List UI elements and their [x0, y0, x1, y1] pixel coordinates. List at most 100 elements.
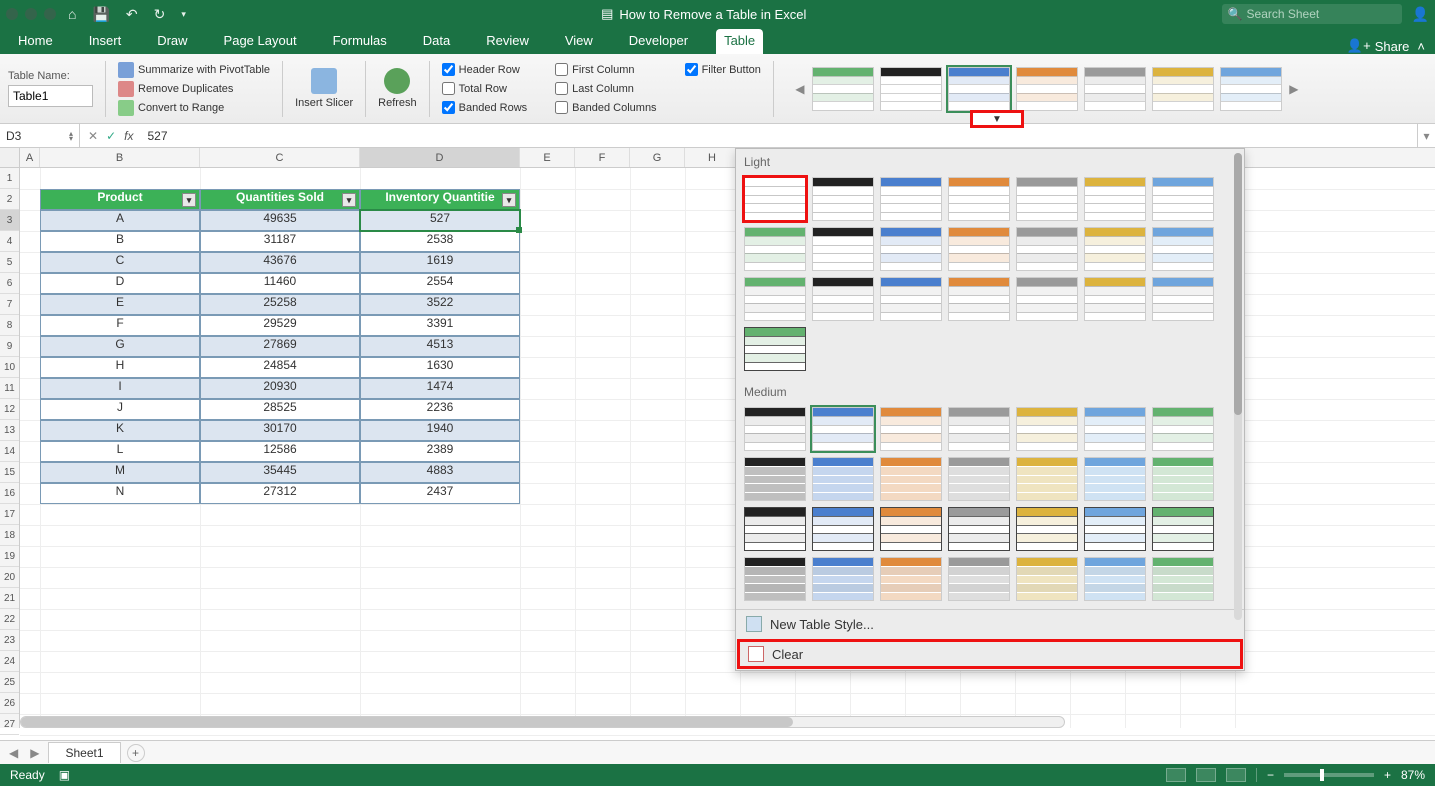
table-style-option[interactable] — [1084, 177, 1146, 221]
table-style-option[interactable] — [812, 407, 874, 451]
quick-style-lblue[interactable] — [1220, 67, 1282, 111]
refresh-button[interactable]: Refresh — [378, 68, 417, 109]
first-column-checkbox[interactable]: First Column — [555, 63, 656, 76]
redo-icon[interactable]: ↻ — [154, 6, 166, 23]
table-cell[interactable]: K — [40, 420, 200, 441]
table-cell[interactable]: F — [40, 315, 200, 336]
row-header-19[interactable]: 19 — [0, 546, 19, 567]
table-style-option[interactable] — [812, 557, 874, 601]
zoom-out-button[interactable]: − — [1267, 768, 1274, 782]
row-header-17[interactable]: 17 — [0, 504, 19, 525]
filter-dropdown-icon[interactable]: ▾ — [182, 193, 196, 207]
row-header-28[interactable]: 28 — [0, 735, 19, 740]
last-column-checkbox[interactable]: Last Column — [555, 82, 656, 95]
table-style-option[interactable] — [1016, 177, 1078, 221]
tab-review[interactable]: Review — [478, 29, 537, 54]
table-style-option[interactable] — [1152, 557, 1214, 601]
table-style-option[interactable] — [880, 557, 942, 601]
table-cell[interactable]: I — [40, 378, 200, 399]
row-header-6[interactable]: 6 — [0, 273, 19, 294]
zoom-in-button[interactable]: + — [1384, 768, 1391, 782]
filter-button-checkbox[interactable]: Filter Button — [685, 63, 761, 76]
table-style-option[interactable] — [1152, 407, 1214, 451]
table-cell[interactable]: 3391 — [360, 315, 520, 336]
summarize-pivot-button[interactable]: Summarize with PivotTable — [118, 62, 270, 78]
table-style-option[interactable] — [1084, 277, 1146, 321]
table-style-option[interactable] — [948, 227, 1010, 271]
table-cell[interactable]: G — [40, 336, 200, 357]
table-cell[interactable]: 24854 — [200, 357, 360, 378]
table-cell[interactable]: 29529 — [200, 315, 360, 336]
table-style-option[interactable] — [1016, 277, 1078, 321]
tab-insert[interactable]: Insert — [81, 29, 130, 54]
zoom-slider[interactable] — [1284, 773, 1374, 777]
table-cell[interactable]: 27312 — [200, 483, 360, 504]
quick-style-gold[interactable] — [1152, 67, 1214, 111]
row-header-15[interactable]: 15 — [0, 462, 19, 483]
table-style-option[interactable] — [812, 507, 874, 551]
row-header-26[interactable]: 26 — [0, 693, 19, 714]
styles-scrollbar[interactable] — [1234, 153, 1242, 620]
tab-table[interactable]: Table — [716, 29, 763, 54]
quick-style-green[interactable] — [812, 67, 874, 111]
col-header-F[interactable]: F — [575, 148, 630, 167]
row-header-25[interactable]: 25 — [0, 672, 19, 693]
zoom-level[interactable]: 87% — [1401, 768, 1425, 782]
remove-duplicates-button[interactable]: Remove Duplicates — [118, 81, 270, 97]
table-style-option[interactable] — [812, 457, 874, 501]
table-cell[interactable]: 2236 — [360, 399, 520, 420]
gallery-prev-icon[interactable]: ◀ — [794, 82, 806, 96]
sheet-tab-sheet1[interactable]: Sheet1 — [48, 742, 120, 763]
table-cell[interactable]: B — [40, 231, 200, 252]
table-style-option[interactable] — [1016, 557, 1078, 601]
table-cell[interactable]: 4513 — [360, 336, 520, 357]
save-icon[interactable]: 💾 — [92, 6, 109, 23]
table-style-option[interactable] — [948, 457, 1010, 501]
filter-dropdown-icon[interactable]: ▾ — [342, 193, 356, 207]
table-style-option[interactable] — [880, 407, 942, 451]
table-cell[interactable]: 527 — [360, 210, 520, 231]
table-style-option[interactable] — [1016, 507, 1078, 551]
col-header-A[interactable]: A — [20, 148, 40, 167]
row-header-22[interactable]: 22 — [0, 609, 19, 630]
table-cell[interactable]: 31187 — [200, 231, 360, 252]
tab-page-layout[interactable]: Page Layout — [216, 29, 305, 54]
table-style-option[interactable] — [1084, 407, 1146, 451]
sheet-nav-next-icon[interactable]: ▶ — [27, 746, 42, 760]
quick-style-blue[interactable] — [948, 67, 1010, 111]
table-style-option[interactable] — [1152, 227, 1214, 271]
sheet-nav-prev-icon[interactable]: ◀ — [6, 746, 21, 760]
clear-table-style-button[interactable]: Clear — [738, 640, 1242, 668]
table-style-option[interactable] — [880, 457, 942, 501]
cancel-formula-icon[interactable]: ✕ — [88, 129, 98, 143]
row-header-8[interactable]: 8 — [0, 315, 19, 336]
table-style-option[interactable] — [948, 277, 1010, 321]
tab-draw[interactable]: Draw — [149, 29, 195, 54]
table-style-option[interactable] — [1084, 557, 1146, 601]
table-cell[interactable]: L — [40, 441, 200, 462]
table-style-option[interactable] — [812, 177, 874, 221]
share-button[interactable]: 👤+Share — [1347, 38, 1409, 54]
table-style-option[interactable] — [1016, 457, 1078, 501]
row-header-1[interactable]: 1 — [0, 168, 19, 189]
col-header-B[interactable]: B — [40, 148, 200, 167]
quick-style-gray[interactable] — [1084, 67, 1146, 111]
tab-data[interactable]: Data — [415, 29, 458, 54]
row-header-20[interactable]: 20 — [0, 567, 19, 588]
table-cell[interactable]: 4883 — [360, 462, 520, 483]
tab-formulas[interactable]: Formulas — [325, 29, 395, 54]
table-cell[interactable]: 35445 — [200, 462, 360, 483]
table-cell[interactable]: 1619 — [360, 252, 520, 273]
row-header-4[interactable]: 4 — [0, 231, 19, 252]
total-row-checkbox[interactable]: Total Row — [442, 82, 528, 95]
page-layout-view-button[interactable] — [1196, 768, 1216, 782]
table-style-option[interactable] — [880, 177, 942, 221]
horizontal-scrollbar[interactable] — [20, 716, 1065, 728]
table-cell[interactable]: 1630 — [360, 357, 520, 378]
home-icon[interactable]: ⌂ — [68, 6, 76, 22]
col-header-H[interactable]: H — [685, 148, 740, 167]
table-header-0[interactable]: Product▾ — [40, 189, 200, 210]
row-header-10[interactable]: 10 — [0, 357, 19, 378]
table-style-option[interactable] — [744, 557, 806, 601]
table-cell[interactable]: 20930 — [200, 378, 360, 399]
